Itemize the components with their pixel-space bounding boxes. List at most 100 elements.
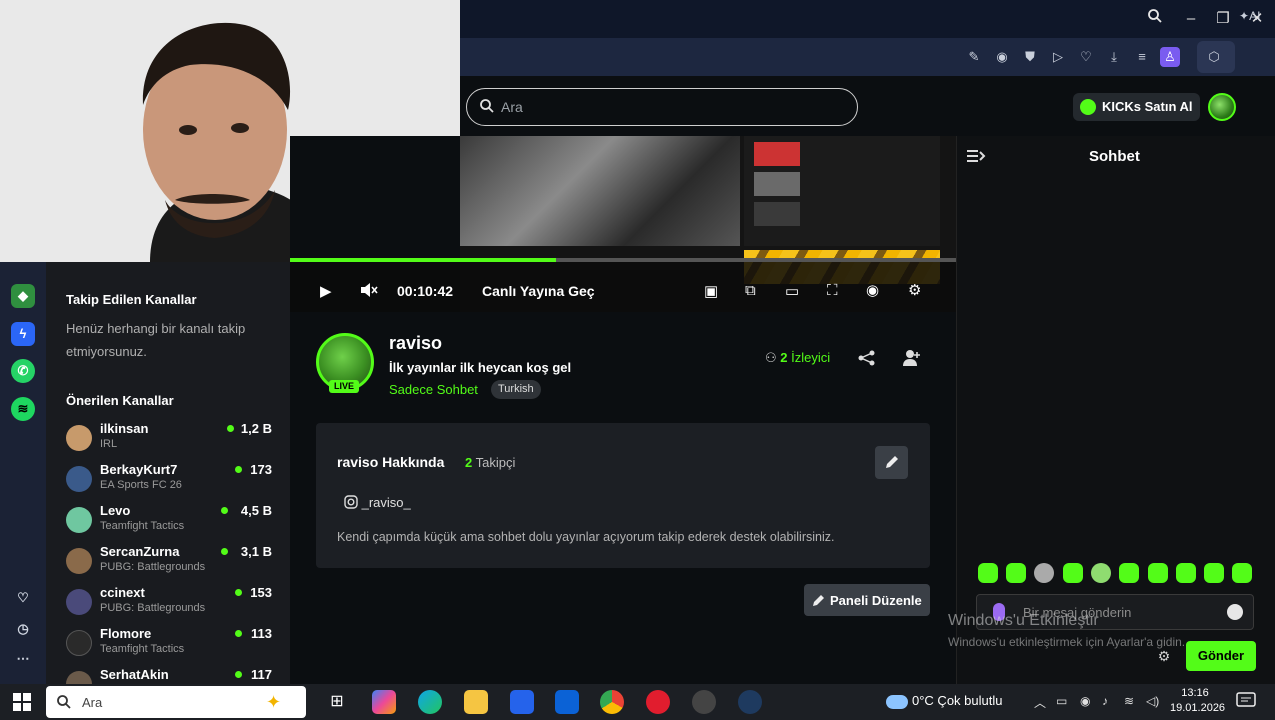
copilot-icon[interactable] [372, 690, 396, 714]
chat-settings-icon[interactable]: ⚙ [1156, 648, 1172, 664]
webcam-app-icon[interactable] [738, 690, 762, 714]
taskbar-search-placeholder: Ara [82, 695, 103, 710]
system-clock[interactable]: 13:16 19.01.2026 [1170, 686, 1226, 716]
weather-widget[interactable]: 0°C Çok bulutlu [886, 693, 1002, 709]
channel-viewers: 153 [250, 585, 272, 600]
volume-icon[interactable]: ◁) [1146, 694, 1159, 708]
favorites-icon[interactable]: ♡ [11, 586, 35, 610]
store-icon[interactable] [510, 690, 534, 714]
channel-viewers: 4,5 B [240, 503, 272, 518]
instagram-link[interactable]: _raviso_ [344, 495, 411, 510]
play-icon[interactable]: ▷ [1048, 47, 1068, 67]
miniplayer-icon[interactable]: ▣ [704, 282, 718, 300]
wifi-icon[interactable]: ≋ [1124, 694, 1134, 708]
channel-row[interactable]: BerkayKurt7 EA Sports FC 26 173 [66, 462, 278, 502]
emote-icon[interactable] [978, 563, 998, 583]
windows-start-icon[interactable] [13, 693, 31, 711]
messenger-icon[interactable]: ϟ [11, 322, 35, 346]
whatsapp-icon[interactable]: ✆ [11, 359, 35, 383]
ai-button[interactable]: ✦AI [1239, 9, 1260, 23]
emote-icon[interactable] [1176, 563, 1196, 583]
cube-icon[interactable]: ⬡ [1204, 47, 1224, 67]
chat-title: Sohbet [1089, 148, 1140, 165]
mute-button[interactable] [360, 282, 378, 302]
outlook-icon[interactable] [555, 690, 579, 714]
camera-icon[interactable]: ◉ [992, 47, 1012, 67]
emote-icon[interactable] [1232, 563, 1252, 583]
edit-panels-button[interactable]: Paneli Düzenle [804, 584, 930, 616]
tray-overflow-icon[interactable]: ︿ [1034, 694, 1046, 711]
aria-icon[interactable]: ◆ [11, 284, 35, 308]
emote-icon[interactable] [1119, 563, 1139, 583]
opera-icon[interactable] [646, 690, 670, 714]
clip-icon[interactable]: ⧉ [745, 282, 756, 299]
emote-icon[interactable] [1034, 563, 1054, 583]
edit-icon[interactable]: ✎ [964, 47, 984, 67]
emote-icon[interactable] [1204, 563, 1224, 583]
tray-app-icon[interactable]: ▭ [1056, 694, 1067, 708]
tray-mic-icon[interactable]: ♪ [1102, 694, 1108, 708]
collapse-chat-icon[interactable] [966, 147, 986, 165]
emote-icon[interactable] [1148, 563, 1168, 583]
channel-row[interactable]: SercanZurna PUBG: Battlegrounds 3,1 B [66, 544, 278, 584]
theater-icon[interactable]: ▭ [785, 282, 799, 300]
restore-icon[interactable]: ❐ [1212, 8, 1234, 30]
download-icon[interactable]: ⤓ [1104, 47, 1124, 67]
video-frame-item [754, 200, 934, 228]
menu-icon[interactable]: ≡ [1132, 47, 1152, 67]
edit-panels-label: Paneli Düzenle [830, 593, 922, 608]
play-button[interactable]: ▶ [320, 282, 332, 300]
live-dot-icon [235, 466, 242, 473]
about-title: raviso Hakkında [337, 454, 445, 470]
edge-icon[interactable] [418, 690, 442, 714]
history-icon[interactable]: ◷ [11, 617, 35, 641]
channel-row[interactable]: Levo Teamfight Tactics 4,5 B [66, 503, 278, 543]
copilot-sparkle-icon: ✦ [266, 692, 282, 712]
live-dot-icon [227, 425, 234, 432]
channel-row[interactable]: ilkinsan IRL 1,2 B [66, 421, 278, 461]
browser-titlebar: – ❐ ✕ [460, 0, 1275, 38]
channel-avatar [66, 671, 92, 684]
chrome-icon[interactable] [600, 690, 624, 714]
task-view-icon[interactable]: ⊞ [325, 690, 349, 714]
channel-username[interactable]: raviso [389, 333, 442, 354]
channel-category: Teamfight Tactics [100, 520, 185, 532]
kicks-buy-button[interactable]: KICKs Satın Al [1073, 93, 1200, 121]
heart-icon[interactable]: ♡ [1076, 47, 1096, 67]
notification-icon[interactable] [1236, 692, 1256, 710]
browser-search-icon[interactable] [1144, 8, 1166, 30]
fullscreen-icon[interactable]: ⛶ [827, 282, 838, 299]
user-avatar[interactable] [1208, 93, 1236, 121]
channel-name: Flomore [100, 626, 152, 641]
stream-category[interactable]: Sadece Sohbet [389, 382, 478, 397]
video-frame-item [754, 170, 934, 198]
edit-about-button[interactable] [875, 446, 908, 479]
share-icon[interactable] [857, 349, 877, 367]
settings-icon[interactable]: ⚙ [908, 281, 921, 299]
language-tag[interactable]: Turkish [491, 380, 541, 399]
channel-row[interactable]: Flomore Teamfight Tactics 113 [66, 626, 278, 666]
channel-row[interactable]: ccinext PUBG: Battlegrounds 153 [66, 585, 278, 625]
emote-icon[interactable] [1091, 563, 1111, 583]
spotify-icon[interactable]: ≋ [11, 397, 35, 421]
emoji-picker-icon[interactable] [1227, 604, 1243, 620]
video-frame-item [754, 140, 934, 168]
opera-gx-icon[interactable] [692, 690, 716, 714]
tray-camera-icon[interactable]: ◉ [1080, 694, 1090, 708]
search-input[interactable]: Ara [466, 88, 858, 126]
emote-icon[interactable] [1063, 563, 1083, 583]
emote-icon[interactable] [1006, 563, 1026, 583]
profile-icon[interactable]: ♙ [1160, 47, 1180, 67]
channel-row[interactable]: SerhatAkin 117 [66, 667, 278, 684]
file-explorer-icon[interactable] [464, 690, 488, 714]
follow-user-icon[interactable] [902, 349, 922, 367]
shield-icon[interactable]: ⛊ [1020, 47, 1040, 67]
clock-date: 19.01.2026 [1170, 702, 1226, 714]
viewers-number: 2 [780, 350, 788, 365]
minimize-icon[interactable]: – [1180, 8, 1202, 30]
playback-speed-icon[interactable]: ◉ [866, 281, 879, 299]
go-live-button[interactable]: Canlı Yayına Geç [482, 283, 595, 299]
send-button[interactable]: Gönder [1186, 641, 1256, 671]
more-icon[interactable]: ⋯ [11, 647, 35, 671]
taskbar-search-input[interactable]: Ara ✦ [46, 686, 306, 718]
